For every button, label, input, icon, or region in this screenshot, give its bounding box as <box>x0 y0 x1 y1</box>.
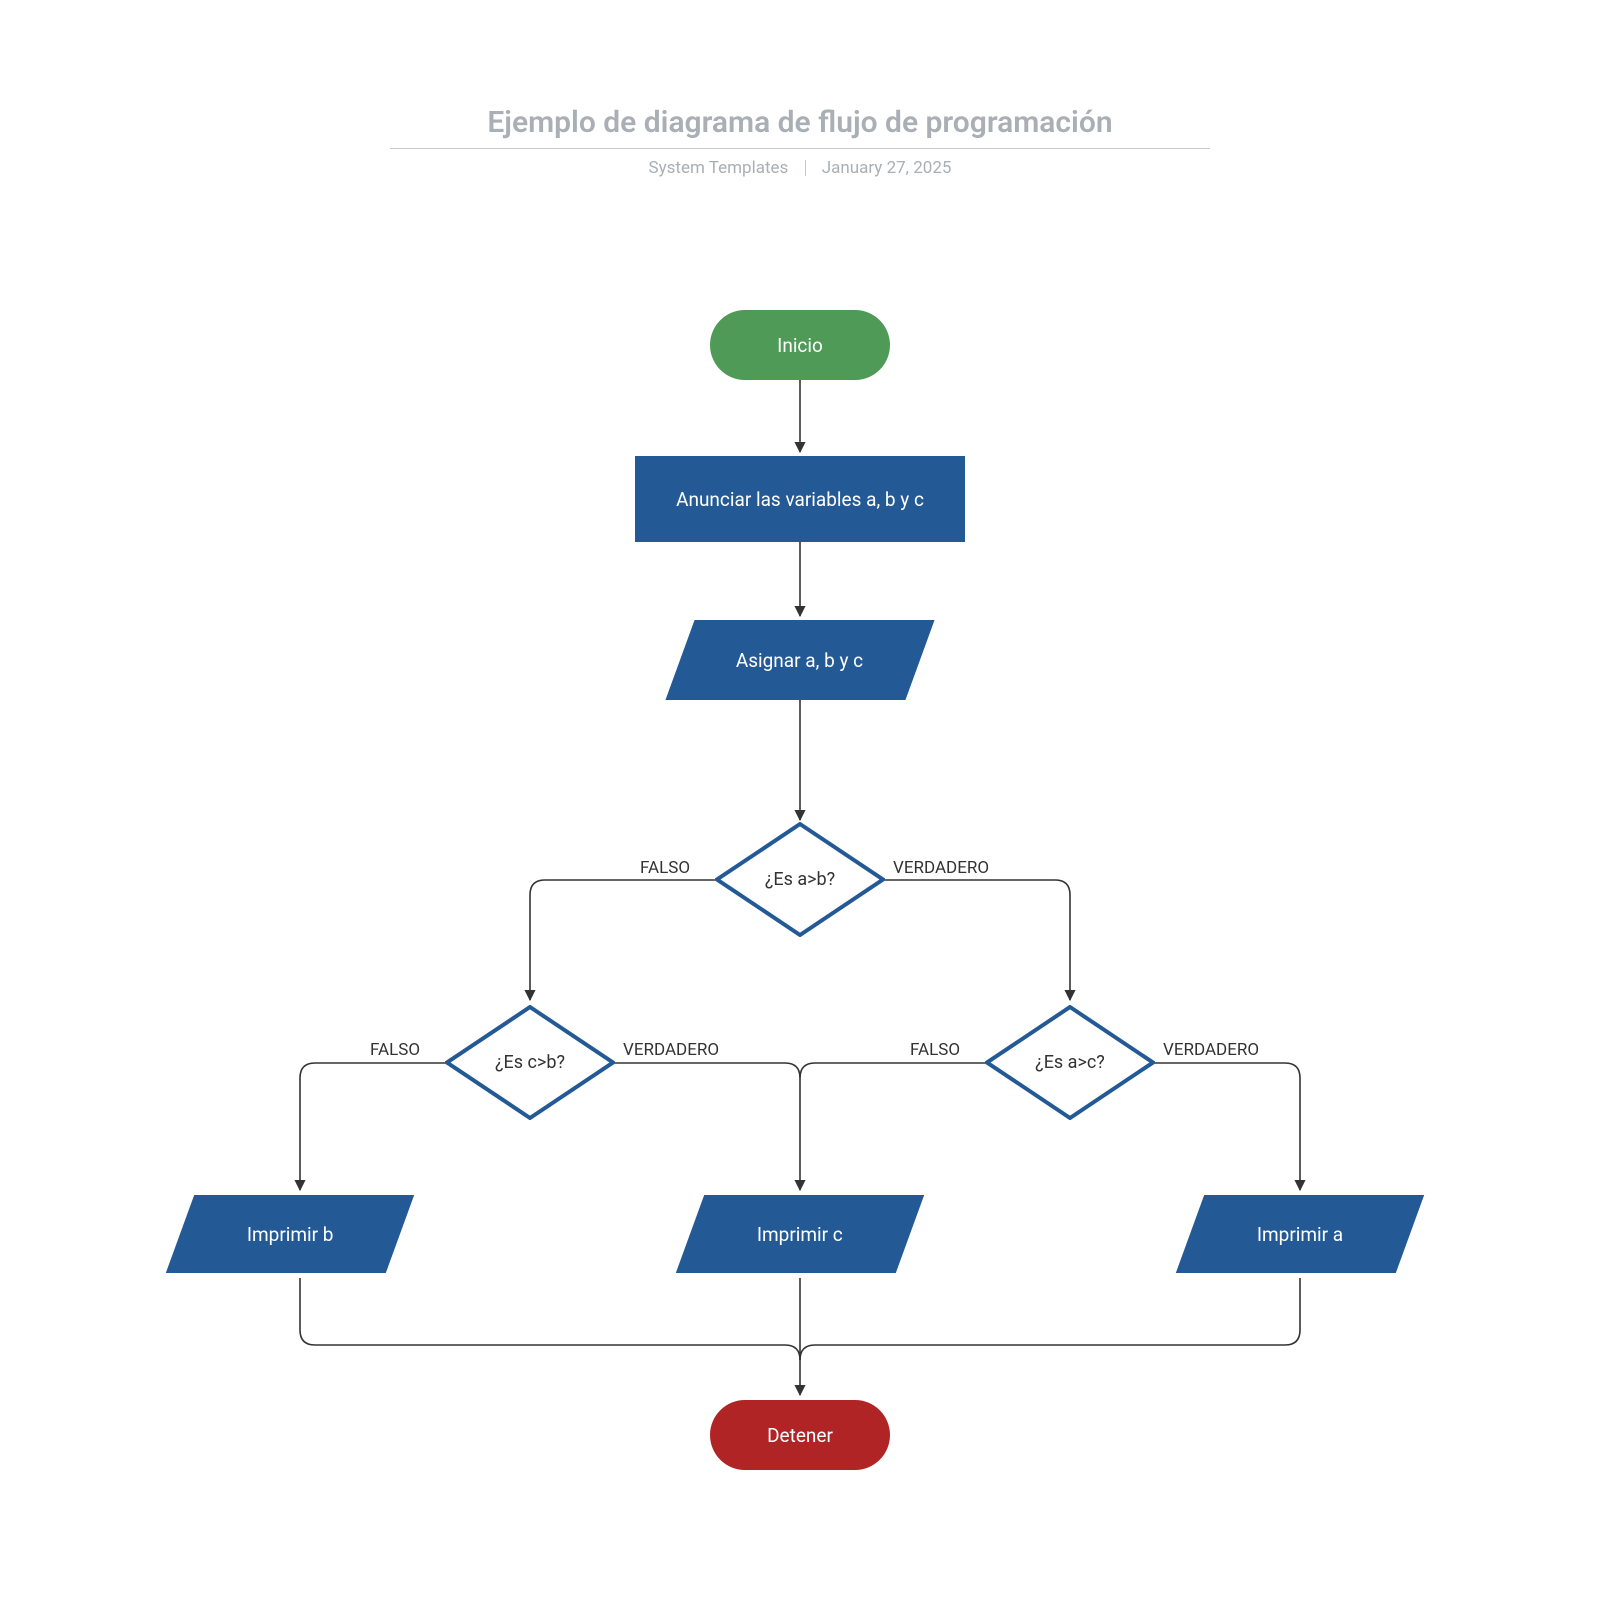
decision-cb: ¿Es c>b? <box>445 1005 615 1120</box>
start-terminal: Inicio <box>710 310 890 380</box>
title-underline <box>390 148 1210 149</box>
print-b-label: Imprimir b <box>247 1223 334 1246</box>
connectors-layer <box>0 0 1600 1600</box>
diagram-title: Ejemplo de diagrama de flujo de programa… <box>0 105 1600 140</box>
edge-ac-false: FALSO <box>910 1040 960 1060</box>
author-label: System Templates <box>649 158 789 178</box>
decision-ac: ¿Es a>c? <box>985 1005 1155 1120</box>
declare-process: Anunciar las variables a, b y c <box>635 456 965 542</box>
diagram-meta: System Templates January 27, 2025 <box>0 158 1600 178</box>
print-c-io: Imprimir c <box>676 1195 924 1273</box>
print-a-label: Imprimir a <box>1257 1223 1343 1246</box>
print-c-label: Imprimir c <box>757 1223 843 1246</box>
start-label: Inicio <box>777 334 823 357</box>
declare-label: Anunciar las variables a, b y c <box>676 488 924 511</box>
flowchart-canvas: Ejemplo de diagrama de flujo de programa… <box>0 0 1600 1600</box>
edge-cb-true: VERDADERO <box>623 1040 719 1060</box>
decision-ab: ¿Es a>b? <box>715 822 885 937</box>
edge-cb-false: FALSO <box>370 1040 420 1060</box>
edge-ac-true: VERDADERO <box>1163 1040 1259 1060</box>
stop-label: Detener <box>767 1424 833 1447</box>
decision-cb-label: ¿Es c>b? <box>445 1005 615 1120</box>
edge-ab-false: FALSO <box>640 858 690 878</box>
print-b-io: Imprimir b <box>166 1195 414 1273</box>
edge-ab-true: VERDADERO <box>893 858 989 878</box>
assign-io: Asignar a, b y c <box>665 620 934 700</box>
date-label: January 27, 2025 <box>822 158 952 178</box>
assign-label: Asignar a, b y c <box>736 649 863 672</box>
print-a-io: Imprimir a <box>1176 1195 1424 1273</box>
meta-separator <box>805 160 806 176</box>
stop-terminal: Detener <box>710 1400 890 1470</box>
decision-ac-label: ¿Es a>c? <box>985 1005 1155 1120</box>
decision-ab-label: ¿Es a>b? <box>715 822 885 937</box>
